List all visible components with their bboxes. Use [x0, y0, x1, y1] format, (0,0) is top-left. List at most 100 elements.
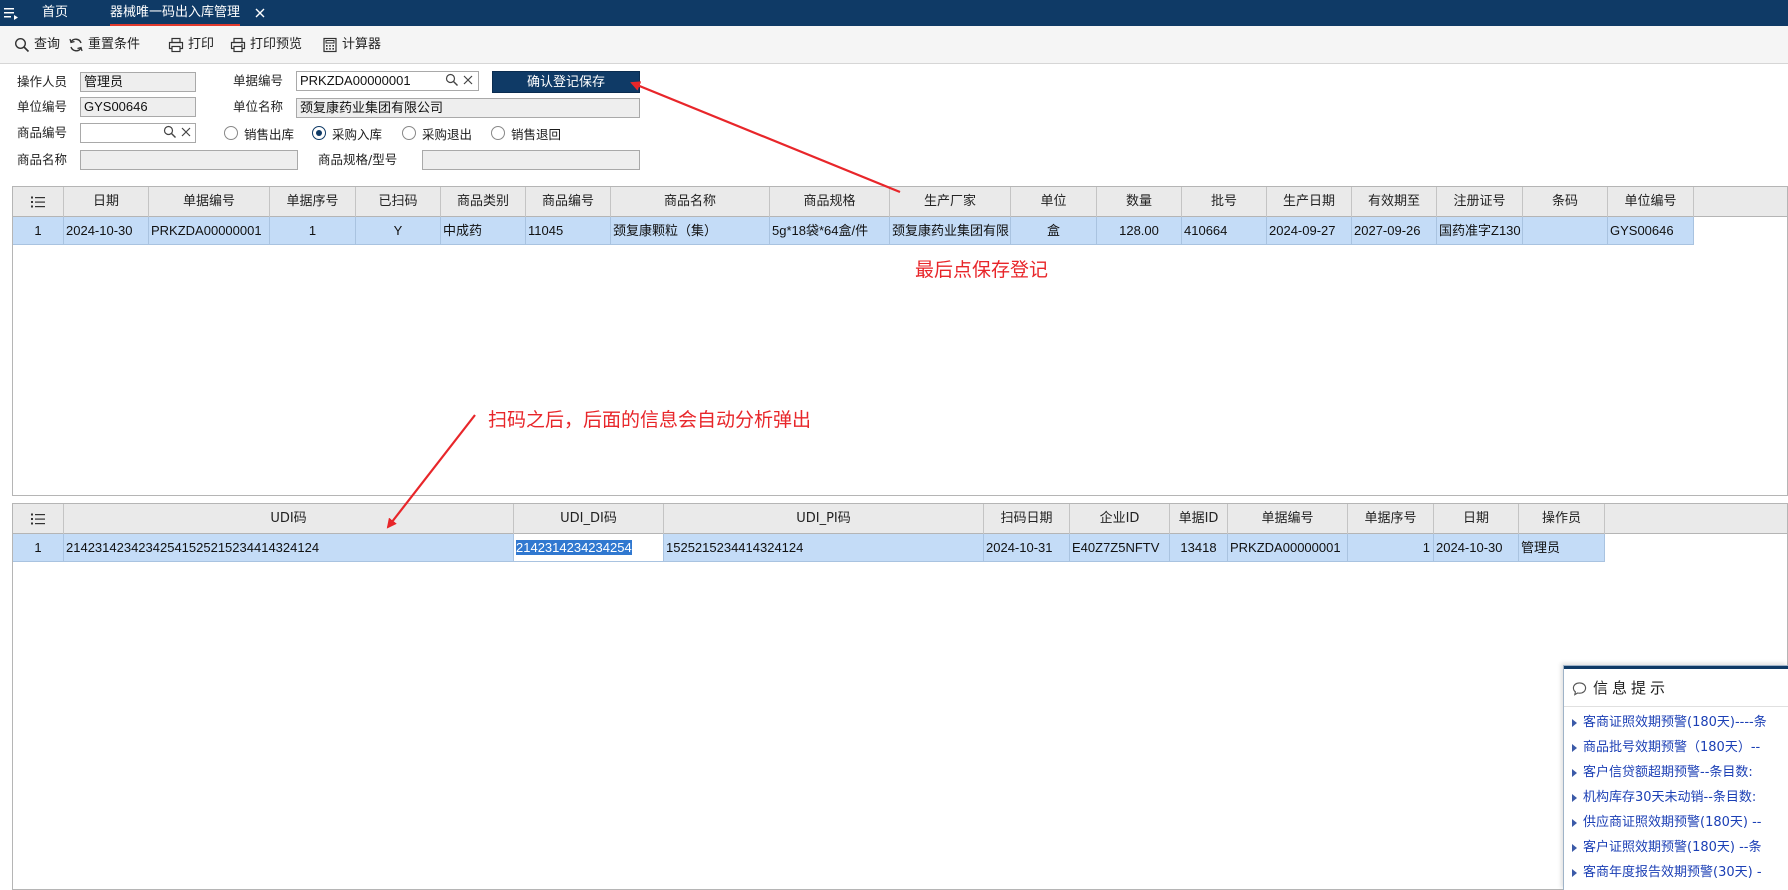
radio-purchase-in[interactable]: 采购入库	[312, 124, 382, 142]
table-cell[interactable]: 128.00	[1097, 217, 1182, 245]
unit-name-field[interactable]: 颈复康药业集团有限公司	[296, 98, 640, 118]
product-no-field[interactable]	[80, 123, 196, 143]
column-header[interactable]: 扫码日期	[984, 504, 1070, 534]
info-link-text[interactable]: 客户信贷额超期预警--条目数:	[1583, 763, 1753, 783]
info-link-text[interactable]: 供应商证照效期预警(180天) --	[1583, 813, 1761, 833]
table-cell[interactable]: 管理员	[1519, 534, 1605, 562]
print-button[interactable]: 打印	[168, 35, 214, 55]
column-menu[interactable]	[13, 187, 64, 217]
tab-home[interactable]: 首页	[42, 0, 68, 26]
operator-field[interactable]: 管理员	[80, 72, 196, 92]
column-header[interactable]: 已扫码	[356, 187, 441, 217]
column-header[interactable]: 单据ID	[1170, 504, 1228, 534]
reset-button[interactable]: 重置条件	[68, 35, 140, 55]
column-menu[interactable]	[13, 504, 64, 534]
radio-button[interactable]	[491, 126, 505, 140]
confirm-save-button[interactable]: 确认登记保存	[492, 71, 640, 93]
column-header[interactable]: 数量	[1097, 187, 1182, 217]
info-link[interactable]: 机构库存30天未动销--条目数:	[1572, 788, 1756, 808]
close-icon[interactable]	[252, 5, 268, 21]
radio-purchase-return[interactable]: 采购退出	[402, 124, 472, 142]
column-header[interactable]: UDI_DI码	[514, 504, 664, 534]
unit-no-field[interactable]: GYS00646	[80, 97, 196, 117]
clear-icon[interactable]	[461, 73, 475, 87]
info-link[interactable]: 客商年度报告效期预警(30天) -	[1572, 863, 1762, 883]
radio-button[interactable]	[224, 126, 238, 140]
table-cell[interactable]: 2024-09-27	[1267, 217, 1352, 245]
table-cell[interactable]: 2024-10-30	[64, 217, 149, 245]
calculator-button[interactable]: 计算器	[322, 35, 381, 55]
table-cell[interactable]: 中成药	[441, 217, 526, 245]
table-cell[interactable]: E40Z7Z5NFTV	[1070, 534, 1170, 562]
menu-icon[interactable]	[4, 6, 18, 20]
info-link[interactable]: 客商证照效期预警(180天)----条	[1572, 713, 1767, 733]
column-header[interactable]: 商品类别	[441, 187, 526, 217]
column-header[interactable]: UDI_PI码	[664, 504, 984, 534]
print-preview-button[interactable]: 打印预览	[230, 35, 302, 55]
search-icon[interactable]	[163, 125, 177, 139]
radio-sales-out[interactable]: 销售出库	[224, 124, 294, 142]
udi-di-edit-cell[interactable]: 2142314234234254	[514, 534, 664, 562]
clear-icon[interactable]	[179, 125, 193, 139]
table-cell[interactable]: 1525215234414324124	[664, 534, 984, 562]
info-link-text[interactable]: 客商年度报告效期预警(30天) -	[1583, 863, 1762, 883]
table-cell[interactable]: 11045	[526, 217, 611, 245]
column-header[interactable]: 商品名称	[611, 187, 770, 217]
table-cell[interactable]	[1523, 217, 1608, 245]
info-link-text[interactable]: 客户证照效期预警(180天) --条	[1583, 838, 1761, 858]
column-header[interactable]: 操作员	[1519, 504, 1605, 534]
column-header[interactable]: 单据序号	[1348, 504, 1434, 534]
table-cell[interactable]: 410664	[1182, 217, 1267, 245]
info-link[interactable]: 客户证照效期预警(180天) --条	[1572, 838, 1761, 858]
column-header[interactable]: 单位	[1011, 187, 1097, 217]
column-header[interactable]: 有效期至	[1352, 187, 1437, 217]
table-cell[interactable]: 5g*18袋*64盒/件	[770, 217, 890, 245]
table-cell[interactable]: 颈复康颗粒（集）	[611, 217, 770, 245]
table-cell[interactable]: Y	[356, 217, 441, 245]
table-cell[interactable]: PRKZDA00000001	[149, 217, 270, 245]
table-cell[interactable]: 13418	[1170, 534, 1228, 562]
table-cell[interactable]: 21423142342342541525215234414324124	[64, 534, 514, 562]
column-header[interactable]: 注册证号	[1437, 187, 1523, 217]
info-link[interactable]: 商品批号效期预警（180天）--	[1572, 738, 1760, 758]
column-header[interactable]: 商品规格	[770, 187, 890, 217]
info-link[interactable]: 供应商证照效期预警(180天) --	[1572, 813, 1761, 833]
info-link-text[interactable]: 商品批号效期预警（180天）--	[1583, 738, 1760, 758]
column-header[interactable]: 日期	[64, 187, 149, 217]
column-header[interactable]: UDI码	[64, 504, 514, 534]
info-link-text[interactable]: 客商证照效期预警(180天)----条	[1583, 713, 1767, 733]
column-header[interactable]: 商品编号	[526, 187, 611, 217]
table-cell[interactable]: 1	[270, 217, 356, 245]
column-header[interactable]: 生产日期	[1267, 187, 1352, 217]
radio-button-checked[interactable]	[312, 126, 326, 140]
column-header[interactable]: 企业ID	[1070, 504, 1170, 534]
table-cell[interactable]: GYS00646	[1608, 217, 1694, 245]
search-icon[interactable]	[445, 73, 459, 87]
tab-udi-management[interactable]: 器械唯一码出入库管理	[110, 0, 241, 26]
column-header[interactable]: 条码	[1523, 187, 1608, 217]
column-header[interactable]: 单据编号	[1228, 504, 1348, 534]
column-header[interactable]: 单据序号	[270, 187, 356, 217]
table-cell[interactable]: PRKZDA00000001	[1228, 534, 1348, 562]
column-header[interactable]: 单位编号	[1608, 187, 1694, 217]
table-cell[interactable]: 国药准字Z130	[1437, 217, 1523, 245]
table-cell[interactable]: 2024-10-30	[1434, 534, 1519, 562]
table-cell[interactable]: 2027-09-26	[1352, 217, 1437, 245]
table-cell[interactable]: 盒	[1011, 217, 1097, 245]
info-link[interactable]: 客户信贷额超期预警--条目数:	[1572, 763, 1753, 783]
column-header[interactable]: 批号	[1182, 187, 1267, 217]
table-cell[interactable]: 颈复康药业集团有限	[890, 217, 1011, 245]
product-name-field[interactable]	[80, 150, 298, 170]
radio-button[interactable]	[402, 126, 416, 140]
table-cell[interactable]: 2024-10-31	[984, 534, 1070, 562]
info-link-text[interactable]: 机构库存30天未动销--条目数:	[1583, 788, 1756, 808]
doc-no-field[interactable]: PRKZDA00000001	[296, 71, 479, 91]
query-button[interactable]: 查询	[14, 35, 60, 55]
column-header[interactable]: 单据编号	[149, 187, 270, 217]
table-cell[interactable]: 1	[1348, 534, 1434, 562]
column-header[interactable]: 日期	[1434, 504, 1519, 534]
selected-text[interactable]: 2142314234234254	[516, 540, 632, 555]
radio-sales-return[interactable]: 销售退回	[491, 124, 561, 142]
spec-field[interactable]	[422, 150, 640, 170]
column-header[interactable]: 生产厂家	[890, 187, 1011, 217]
